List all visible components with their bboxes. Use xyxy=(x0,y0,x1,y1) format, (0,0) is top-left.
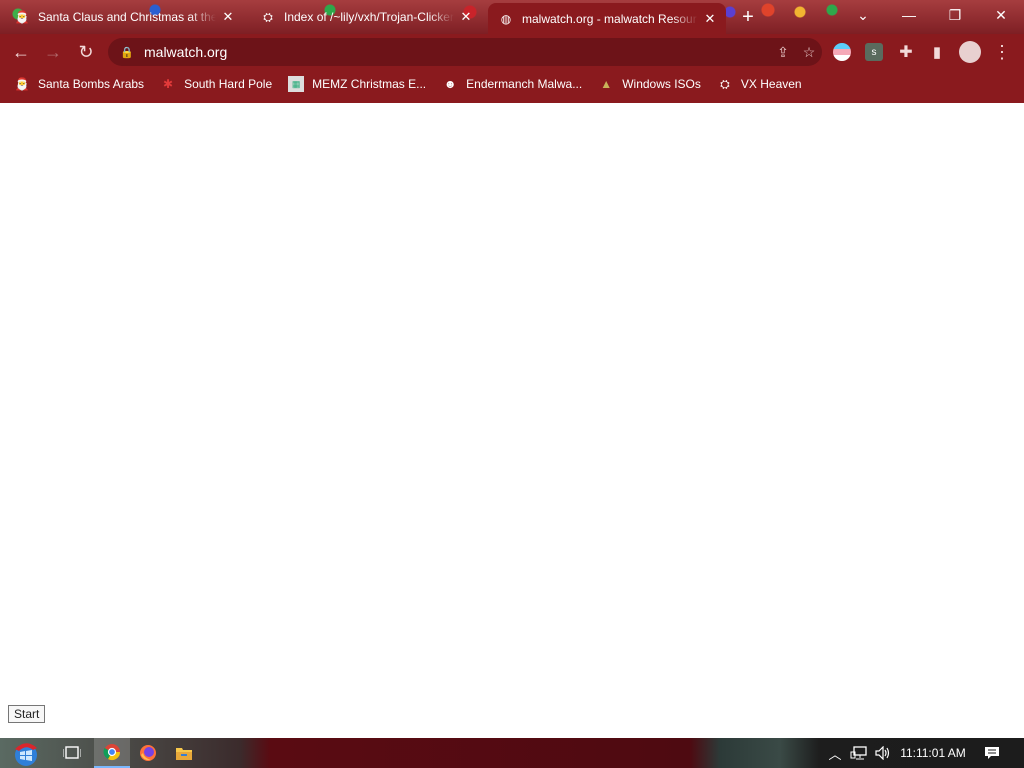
minimize-button[interactable]: — xyxy=(886,0,932,30)
share-icon[interactable]: ⇪ xyxy=(770,44,796,61)
side-panel-icon[interactable]: ▮ xyxy=(922,37,952,67)
endermanch-icon: ☻ xyxy=(443,77,457,91)
bookmark-south-hard-pole[interactable]: ✱ South Hard Pole xyxy=(160,76,272,92)
new-tab-button[interactable]: + xyxy=(738,7,758,27)
tab-santa-claus[interactable]: 🎅 Santa Claus and Christmas at the ✕ xyxy=(4,3,244,31)
bookmarks-bar: 🎅 Santa Bombs Arabs ✱ South Hard Pole ▦ … xyxy=(0,72,1024,96)
volume-icon[interactable] xyxy=(872,738,894,768)
address-bar[interactable]: 🔒 malwatch.org ⇪ ☆ xyxy=(108,38,822,66)
tab-strip: 🎅 Santa Claus and Christmas at the ✕ ⛭ I… xyxy=(0,0,1024,34)
page-content[interactable] xyxy=(0,103,1024,738)
start-tooltip: Start xyxy=(8,705,46,723)
bookmark-vx-heaven[interactable]: ⛭ VX Heaven xyxy=(717,76,802,92)
tab-title: Santa Claus and Christmas at the xyxy=(38,10,216,24)
santa-icon: 🎅 xyxy=(14,10,30,24)
menu-kebab-icon[interactable]: ⋮ xyxy=(987,37,1017,67)
toolbar: ← → ↻ 🔒 malwatch.org ⇪ ☆ s ✚ ▮ ⋮ xyxy=(0,34,1024,70)
tab-search-chevron-icon[interactable]: ⌄ xyxy=(840,0,886,30)
chrome-icon[interactable] xyxy=(94,738,130,768)
bookmark-memz-christmas[interactable]: ▦ MEMZ Christmas E... xyxy=(288,76,426,92)
taskbar: ︿ 11:11:01 AM xyxy=(0,738,1024,768)
tab-close-icon[interactable]: ✕ xyxy=(458,9,474,25)
bookmark-label: Endermanch Malwa... xyxy=(466,77,583,91)
firefox-icon[interactable] xyxy=(130,738,166,768)
back-button[interactable]: ← xyxy=(6,37,36,67)
santa-icon: 🎅 xyxy=(14,77,30,91)
profile-avatar[interactable] xyxy=(955,37,985,67)
file-explorer-icon[interactable] xyxy=(166,738,202,768)
start-button[interactable] xyxy=(6,738,46,768)
windows-start-icon xyxy=(15,743,37,766)
memz-icon: ▦ xyxy=(288,76,305,92)
tab-title: Index of /~lily/vxh/Trojan-Clicker xyxy=(284,10,454,24)
vxheaven-icon: ⛭ xyxy=(720,76,730,91)
address-url: malwatch.org xyxy=(144,44,228,60)
flag-extension-icon[interactable] xyxy=(833,43,851,61)
globe-icon: ◍ xyxy=(500,11,512,26)
bookmark-santa-bombs-arabs[interactable]: 🎅 Santa Bombs Arabs xyxy=(14,76,145,92)
forward-button[interactable]: → xyxy=(38,37,68,67)
browser-frame: 🎅 Santa Claus and Christmas at the ✕ ⛭ I… xyxy=(0,0,1024,103)
vxheaven-icon: ⛭ xyxy=(263,9,273,24)
clock[interactable]: 11:11:01 AM xyxy=(896,738,970,768)
bookmark-star-icon[interactable]: ☆ xyxy=(796,44,822,61)
tab-malwatch[interactable]: ◍ malwatch.org - malwatch Resour ✕ xyxy=(488,3,726,34)
tab-index-of[interactable]: ⛭ Index of /~lily/vxh/Trojan-Clicker ✕ xyxy=(250,3,482,31)
extensions-puzzle-icon[interactable]: ✚ xyxy=(891,37,921,67)
snowflake-icon: ✱ xyxy=(163,77,174,91)
tree-icon: ▲ xyxy=(600,77,613,91)
bookmark-label: Windows ISOs xyxy=(622,77,701,91)
bookmark-label: MEMZ Christmas E... xyxy=(312,77,427,91)
tab-close-icon[interactable]: ✕ xyxy=(702,11,718,27)
bookmark-endermanch-malware[interactable]: ☻ Endermanch Malwa... xyxy=(442,76,582,92)
s-extension-icon[interactable]: s xyxy=(865,43,883,61)
tab-title: malwatch.org - malwatch Resour xyxy=(522,11,697,26)
bookmark-windows-isos[interactable]: ▲ Windows ISOs xyxy=(598,76,701,92)
bookmark-label: VX Heaven xyxy=(740,77,802,91)
bookmark-label: South Hard Pole xyxy=(184,77,273,91)
show-hidden-icons-chevron-icon[interactable]: ︿ xyxy=(826,738,844,768)
bookmark-label: Santa Bombs Arabs xyxy=(38,77,145,91)
task-view-icon[interactable] xyxy=(54,738,90,768)
tab-close-icon[interactable]: ✕ xyxy=(220,9,236,25)
network-icon[interactable] xyxy=(848,738,870,768)
notifications-icon[interactable] xyxy=(980,738,1004,768)
restore-button[interactable]: ❐ xyxy=(932,0,978,30)
reload-button[interactable]: ↻ xyxy=(71,37,101,67)
lock-icon[interactable]: 🔒 xyxy=(120,46,134,59)
close-window-button[interactable]: ✕ xyxy=(978,0,1024,30)
